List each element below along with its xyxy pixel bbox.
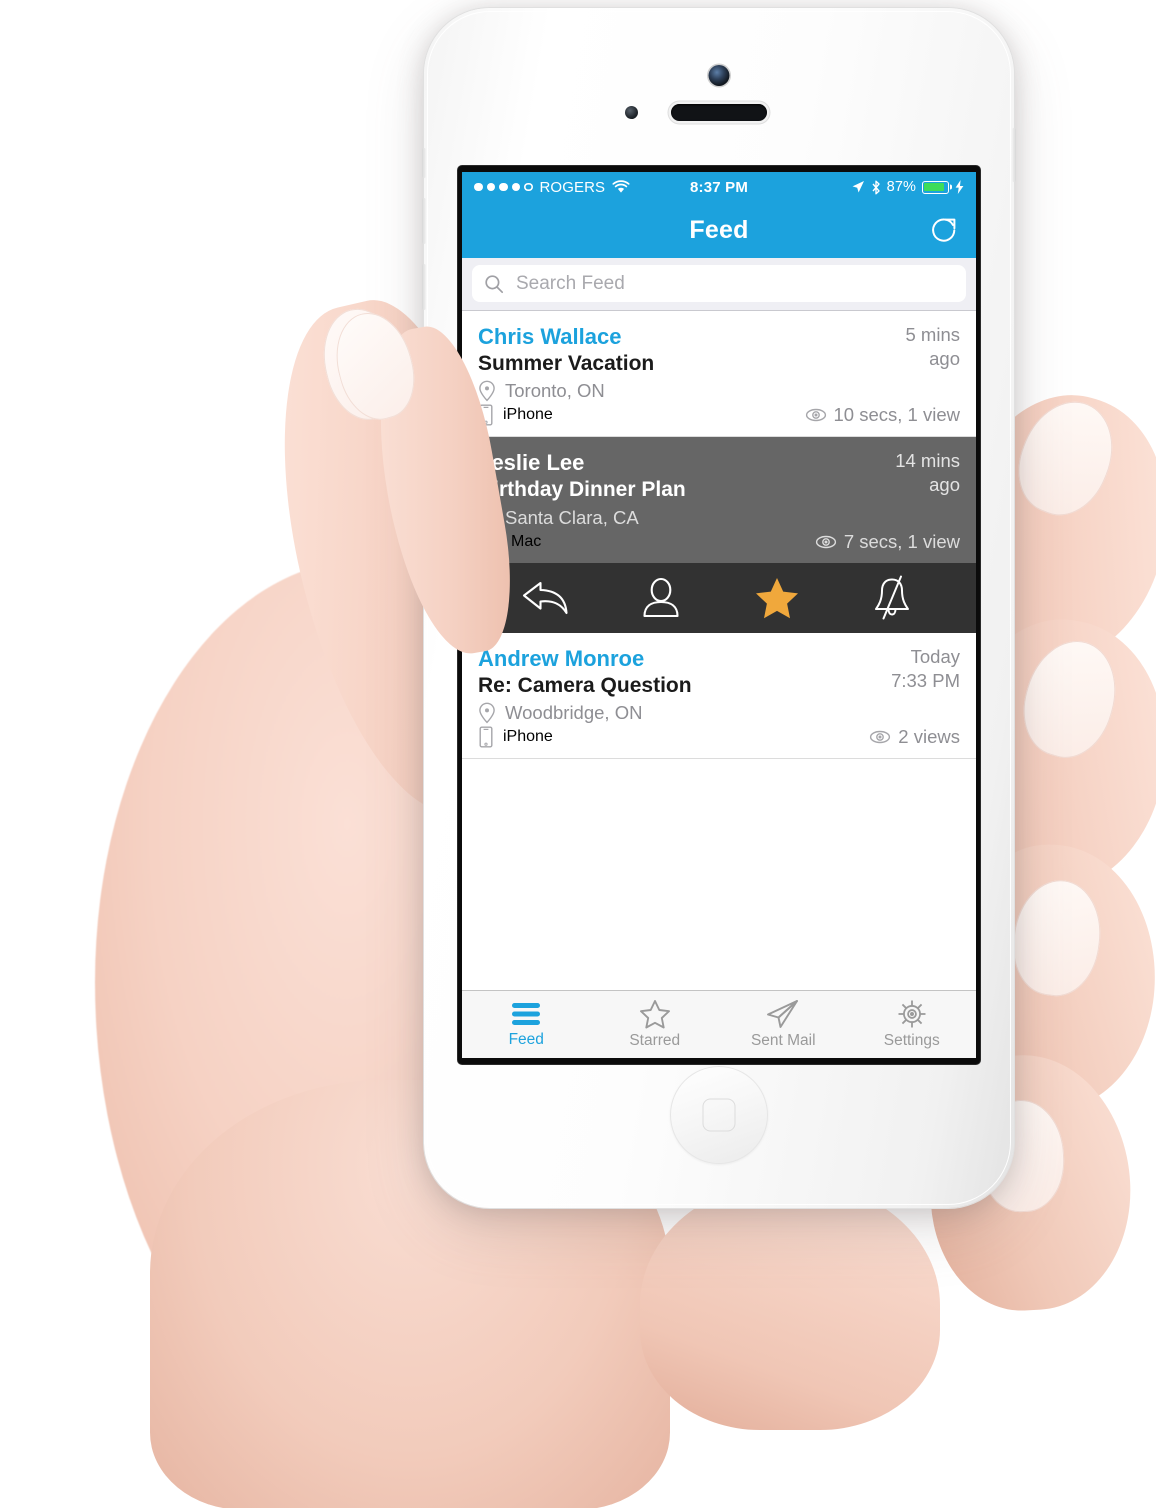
feed-item-views-label: 2 views (898, 726, 960, 748)
charging-bolt-icon (955, 180, 964, 194)
page-title: Feed (689, 215, 749, 244)
feed-item-device-label: iPhone (503, 728, 553, 746)
feed-item[interactable]: Chris Wallace Summer Vacation 5 mins ago (462, 311, 976, 438)
feed-item-device: iPhone (478, 404, 553, 426)
refresh-icon (928, 214, 960, 246)
home-button[interactable] (670, 1066, 768, 1164)
proximity-sensor-icon (625, 106, 638, 119)
feed-item-time-1: 14 mins (895, 450, 960, 472)
search-bar-container: Search Feed (462, 258, 976, 311)
feed-list[interactable]: Chris Wallace Summer Vacation 5 mins ago (462, 311, 976, 990)
location-arrow-icon (851, 180, 865, 194)
navigation-bar: Feed (462, 202, 976, 258)
status-bar-clock: 8:37 PM (689, 178, 749, 196)
feed-item-device-label: iPhone (503, 406, 553, 424)
status-bar-left: ROGERS (474, 179, 650, 196)
power-button[interactable] (1012, 128, 1016, 182)
feed-item-device: iPhone (478, 726, 553, 748)
lines-icon (509, 1000, 543, 1028)
action-bar (462, 562, 976, 633)
feed-item-location: Woodbridge, ON (478, 702, 960, 724)
map-pin-icon (478, 702, 496, 724)
star-outline-icon (639, 999, 671, 1029)
feed-item-subject: Birthday Dinner Plan (478, 478, 686, 502)
battery-percent-label: 87% (886, 179, 916, 195)
map-pin-icon (478, 380, 496, 402)
feed-item-sender: Chris Wallace (478, 324, 622, 349)
wifi-icon (612, 180, 630, 194)
search-icon (484, 274, 504, 294)
search-placeholder: Search Feed (516, 272, 625, 294)
feed-item-sender-partial (478, 771, 960, 785)
tab-feed-label: Feed (508, 1031, 544, 1048)
phone-icon (478, 726, 494, 748)
paper-plane-icon (766, 999, 800, 1029)
volume-down-button[interactable] (422, 264, 426, 310)
front-camera-icon (708, 65, 730, 86)
feed-item-sender: Andrew Monroe (478, 645, 645, 671)
silent-switch[interactable] (422, 148, 426, 178)
feed-item-views-label: 7 secs, 1 view (843, 530, 960, 552)
feed-item[interactable]: Andrew Monroe Re: Camera Question Today … (462, 632, 976, 760)
eye-icon (815, 535, 837, 549)
tab-sent-mail-label: Sent Mail (750, 1032, 816, 1049)
star-icon (754, 576, 800, 620)
feed-item-time-2: ago (929, 348, 960, 370)
gear-icon (896, 999, 928, 1029)
feed-item-location-label: Santa Clara, CA (505, 506, 639, 528)
person-icon (639, 576, 683, 620)
feed-item-time-2: ago (929, 474, 960, 496)
feed-item-views: 2 views (869, 726, 960, 748)
eye-icon (805, 408, 827, 422)
tab-bar: Feed Starred Sent Mail Settings (462, 990, 976, 1058)
reply-button[interactable] (518, 570, 574, 626)
refresh-button[interactable] (926, 212, 962, 248)
battery-icon (922, 180, 949, 194)
search-input[interactable]: Search Feed (472, 265, 966, 302)
status-bar: ROGERS 8:37 PM 87% (462, 172, 976, 202)
tab-starred-label: Starred (629, 1032, 681, 1049)
feed-item-subject: Summer Vacation (478, 352, 655, 376)
volume-up-button[interactable] (422, 198, 426, 244)
mute-button[interactable] (864, 570, 920, 626)
contact-button[interactable] (633, 570, 689, 626)
carrier-label: ROGERS (539, 178, 606, 196)
tab-starred[interactable]: Starred (591, 991, 720, 1058)
bell-slash-icon (870, 575, 914, 621)
feed-item-location: Toronto, ON (478, 380, 960, 402)
star-button[interactable] (749, 570, 805, 626)
feed-item-location-label: Woodbridge, ON (505, 702, 643, 724)
feed-item-selected[interactable]: Leslie Lee Birthday Dinner Plan 14 mins … (462, 437, 976, 563)
eye-icon (869, 730, 891, 744)
feed-item-location: Santa Clara, CA (478, 507, 960, 529)
feed-item-device-label: Mac (511, 532, 542, 550)
reply-arrow-icon (520, 576, 572, 620)
feed-item-subject: Re: Camera Question (478, 673, 692, 697)
screen-bezel: ROGERS 8:37 PM 87% Feed Search Feed Chri… (458, 166, 980, 1064)
earpiece-speaker (671, 104, 767, 121)
feed-item-views-label: 10 secs, 1 view (833, 404, 960, 426)
feed-item-time-1: 5 mins (905, 324, 961, 345)
feed-item-time-1: Today (910, 645, 960, 667)
feed-item-location-label: Toronto, ON (505, 380, 605, 402)
iphone-device: ROGERS 8:37 PM 87% Feed Search Feed Chri… (422, 8, 1016, 1208)
feed-item-partial[interactable] (462, 759, 976, 786)
bluetooth-icon (871, 180, 881, 195)
status-bar-right: 87% (788, 179, 964, 195)
tab-sent-mail[interactable]: Sent Mail (719, 991, 848, 1058)
feed-item-sender: Leslie Lee (478, 450, 585, 476)
signal-strength-icon (474, 182, 533, 192)
phone-screen: ROGERS 8:37 PM 87% Feed Search Feed Chri… (462, 172, 976, 1058)
feed-item-views: 10 secs, 1 view (805, 404, 960, 426)
screenshot-root: ROGERS 8:37 PM 87% Feed Search Feed Chri… (0, 0, 1156, 1508)
tab-settings[interactable]: Settings (848, 991, 977, 1058)
tab-settings-label: Settings (883, 1032, 940, 1049)
feed-item-time-2: 7:33 PM (891, 669, 960, 691)
feed-item-views: 7 secs, 1 view (815, 531, 960, 553)
tab-feed[interactable]: Feed (462, 991, 591, 1058)
